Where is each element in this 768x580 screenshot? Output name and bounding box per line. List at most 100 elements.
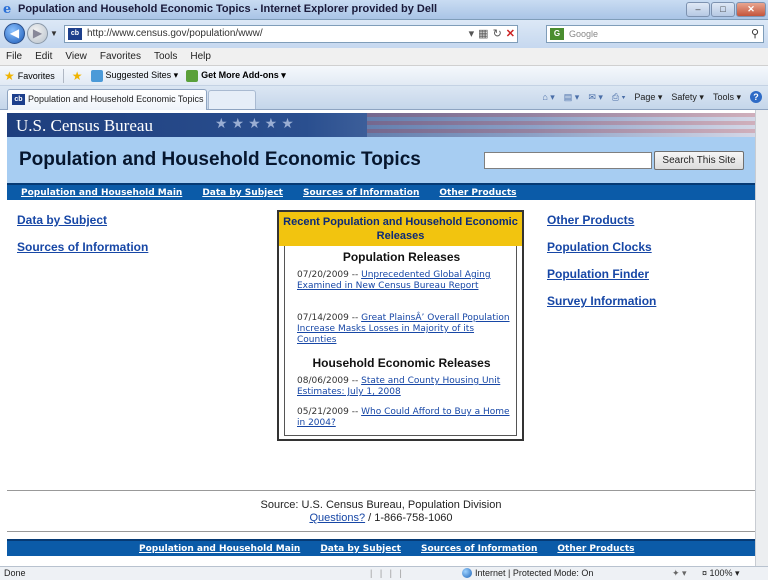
agency-name[interactable]: U.S. Census Bureau — [16, 116, 153, 136]
star-icon: ★ — [4, 68, 15, 83]
search-site-button[interactable]: Search This Site — [654, 151, 744, 170]
menu-bar: File Edit View Favorites Tools Help — [0, 48, 768, 66]
address-url: http://www.census.gov/population/www/ — [87, 28, 263, 39]
safety-menu[interactable]: Safety ▾ — [671, 92, 704, 103]
link-population-finder[interactable]: Population Finder — [547, 267, 656, 281]
site-search-input[interactable] — [484, 152, 652, 169]
menu-file[interactable]: File — [6, 51, 22, 62]
footer-divider — [7, 531, 755, 532]
zoom-level[interactable]: ¤ 100% ▾ — [702, 568, 740, 579]
link-sources-of-information[interactable]: Sources of Information — [17, 240, 148, 254]
get-addons-label: Get More Add-ons ▾ — [201, 70, 286, 80]
releases-title: Recent Population and Household Economic… — [279, 212, 522, 246]
source-text: Source: U.S. Census Bureau, Population D… — [260, 499, 502, 511]
nav-other-products[interactable]: Other Products — [439, 188, 516, 198]
phone-number: / 1-866-758-1060 — [365, 512, 453, 524]
page-menu[interactable]: Page ▾ — [634, 92, 662, 103]
window-title: Population and Household Economic Topics… — [18, 3, 438, 15]
nav-population-main[interactable]: Population and Household Main — [21, 188, 182, 198]
address-toolbar: ◀ ▶ ▼ cb http://www.census.gov/populatio… — [0, 20, 768, 48]
release-item: 08/06/2009 -- State and County Housing U… — [297, 376, 513, 398]
mail-icon[interactable]: ✉ ▾ — [588, 92, 603, 103]
close-button[interactable]: ✕ — [736, 2, 766, 17]
status-cells: | | | | — [370, 568, 402, 578]
menu-favorites[interactable]: Favorites — [100, 51, 141, 62]
tab-label: Population and Household Economic Topics — [28, 94, 204, 104]
search-placeholder: Google — [569, 29, 599, 39]
flag-stripes-decoration — [367, 113, 755, 137]
menu-edit[interactable]: Edit — [35, 51, 52, 62]
link-population-clocks[interactable]: Population Clocks — [547, 240, 656, 254]
footer-nav-population-main[interactable]: Population and Household Main — [139, 544, 300, 554]
vertical-scrollbar[interactable] — [755, 110, 768, 566]
stop-icon[interactable]: ✕ — [506, 27, 515, 40]
top-navigation: Population and Household Main Data by Su… — [7, 183, 755, 200]
left-links: Data by Subject Sources of Information — [17, 213, 148, 267]
release-item: 07/20/2009 -- Unprecedented Global Aging… — [297, 270, 513, 292]
footer-nav-sources-of-information[interactable]: Sources of Information — [421, 544, 537, 554]
search-input[interactable]: G Google ⚲ — [546, 25, 764, 43]
footer-divider — [7, 490, 755, 491]
suggested-sites-label: Suggested Sites ▾ — [105, 70, 179, 80]
stars-decoration: ★★★★★ — [215, 115, 298, 131]
refresh-icon[interactable]: ↻ — [493, 27, 502, 40]
address-field[interactable]: cb http://www.census.gov/population/www/… — [64, 25, 518, 43]
recent-pages-dropdown-icon[interactable]: ▼ — [50, 29, 58, 38]
favorites-button[interactable]: ★ Favorites — [4, 69, 55, 83]
new-tab-button[interactable] — [208, 90, 256, 109]
releases-list: Population Releases 07/20/2009 -- Unprec… — [284, 246, 517, 436]
favorites-label: Favorites — [17, 70, 55, 81]
nav-data-by-subject[interactable]: Data by Subject — [202, 188, 283, 198]
menu-tools[interactable]: Tools — [154, 51, 177, 62]
window-titlebar: e Population and Household Economic Topi… — [0, 0, 768, 20]
menu-view[interactable]: View — [65, 51, 87, 62]
add-favorite-icon[interactable]: ★ — [72, 69, 83, 83]
contact-line: Questions? / 1-866-758-1060 — [7, 512, 755, 524]
back-button[interactable]: ◀ — [4, 23, 25, 44]
feeds-icon[interactable]: ▤ ▾ — [564, 92, 580, 103]
zone-label: Internet | Protected Mode: On — [475, 568, 594, 578]
tab-row: cb Population and Household Economic Top… — [0, 86, 768, 110]
ie-logo-icon: e — [3, 2, 12, 17]
status-text: Done — [4, 568, 26, 578]
favorites-bar: ★ Favorites ★ Suggested Sites ▾ Get More… — [0, 66, 768, 86]
status-bar: Done | | | | Internet | Protected Mode: … — [0, 566, 768, 580]
print-icon[interactable]: ⎙ ▾ — [612, 92, 625, 103]
help-icon[interactable]: ? — [750, 91, 762, 103]
footer-navigation: Population and Household Main Data by Su… — [7, 539, 755, 556]
population-releases-heading: Population Releases — [342, 250, 461, 264]
tools-menu[interactable]: Tools ▾ — [713, 92, 741, 103]
address-dropdown-icon[interactable]: ▾ — [469, 27, 475, 40]
compatibility-view-icon[interactable]: ▦ — [478, 27, 488, 40]
get-addons-button[interactable]: Get More Add-ons ▾ — [186, 69, 286, 82]
tab-favicon-icon: cb — [12, 94, 25, 105]
security-zone[interactable]: Internet | Protected Mode: On — [462, 568, 593, 578]
google-icon: G — [550, 28, 564, 40]
suggested-sites-icon — [90, 69, 103, 82]
right-links: Other Products Population Clocks Populat… — [547, 213, 656, 321]
questions-link[interactable]: Questions? — [309, 512, 365, 524]
link-other-products[interactable]: Other Products — [547, 213, 656, 227]
release-item: 07/14/2009 -- Great PlainsÂ’ Overall Pop… — [297, 313, 513, 346]
minimize-button[interactable]: – — [686, 2, 710, 17]
link-survey-information[interactable]: Survey Information — [547, 294, 656, 308]
web-page: U.S. Census Bureau ★★★★★ Population and … — [7, 113, 755, 562]
footer-nav-data-by-subject[interactable]: Data by Subject — [320, 544, 401, 554]
address-buttons: ▾ ▦ ↻ ✕ — [469, 27, 515, 40]
nav-sources-of-information[interactable]: Sources of Information — [303, 188, 419, 198]
release-date: 05/21/2009 -- — [297, 407, 359, 417]
release-date: 08/06/2009 -- — [297, 376, 359, 386]
home-icon[interactable]: ⌂ ▾ — [542, 92, 554, 103]
footer-nav-other-products[interactable]: Other Products — [557, 544, 634, 554]
maximize-button[interactable]: □ — [711, 2, 735, 17]
globe-icon — [462, 568, 472, 578]
link-data-by-subject[interactable]: Data by Subject — [17, 213, 148, 227]
release-item: 05/21/2009 -- Who Could Afford to Buy a … — [297, 407, 513, 429]
forward-button[interactable]: ▶ — [27, 23, 48, 44]
menu-help[interactable]: Help — [190, 51, 211, 62]
status-gadget-icon[interactable]: ✦ ▾ — [672, 568, 687, 579]
agency-banner: U.S. Census Bureau ★★★★★ — [7, 113, 755, 137]
suggested-sites-button[interactable]: Suggested Sites ▾ — [90, 69, 179, 82]
tab-active[interactable]: cb Population and Household Economic Top… — [7, 89, 207, 110]
search-icon[interactable]: ⚲ — [751, 27, 759, 40]
